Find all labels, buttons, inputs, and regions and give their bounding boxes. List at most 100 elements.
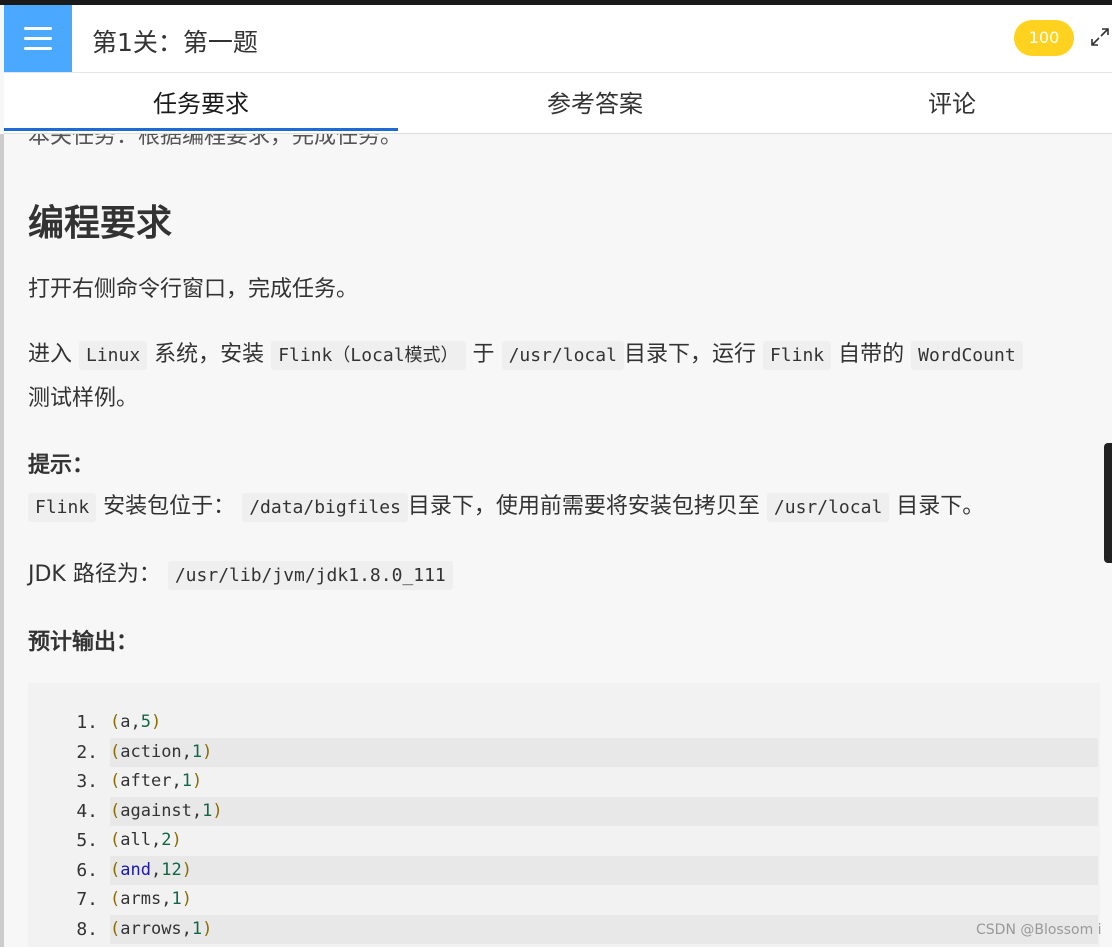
tab-task-requirements[interactable]: 任务要求 — [4, 73, 398, 133]
word: all — [120, 830, 151, 850]
code-text: (action,1) — [110, 737, 1098, 767]
paren: ( — [110, 918, 121, 939]
text: 系统，安装 — [147, 342, 272, 367]
word: action — [120, 741, 182, 762]
code-text: (against,1) — [110, 796, 1098, 826]
line-number: 1. — [76, 712, 98, 733]
word: arms — [120, 889, 162, 909]
line-number: 5. — [76, 830, 98, 851]
comma: , — [130, 712, 141, 732]
comma: , — [181, 741, 192, 762]
line-number: 7. — [76, 889, 98, 910]
task-content: 本关任务：根据编程要求，完成任务。 编程要求 打开右侧命令行窗口，完成任务。 进… — [4, 134, 1104, 947]
score-badge: 100 — [1014, 20, 1074, 56]
watermark: CSDN @Blossom i — [976, 922, 1102, 938]
paren: ) — [171, 830, 182, 850]
paren: ( — [110, 830, 121, 850]
paren: ( — [110, 889, 121, 909]
code-line: 5. (all,2) — [52, 826, 1098, 855]
line-number: 4. — [76, 800, 98, 822]
word: a — [120, 712, 131, 732]
code-line: 7. (arms,1) — [52, 885, 1098, 914]
paren: ) — [181, 859, 192, 880]
tab-reference-answer[interactable]: 参考答案 — [398, 73, 792, 133]
count: 5 — [140, 712, 151, 732]
text: 目录下，使用前需要将安装包拷贝至 — [407, 494, 767, 519]
expand-icon[interactable] — [1090, 27, 1110, 47]
comma: , — [150, 830, 162, 850]
hamburger-icon-line — [24, 47, 52, 50]
word: arrows — [120, 918, 182, 939]
tab-comments[interactable]: 评论 — [792, 73, 1112, 133]
inline-code: Linux — [79, 341, 148, 370]
paren: ( — [110, 771, 121, 791]
word: after — [120, 771, 172, 791]
code-block: 1. (a,5) 2. (action,1) 3. (after,1) 4. (against… — [28, 683, 1100, 947]
code-text: (after,1) — [110, 767, 1098, 796]
code-text: (arrows,1) — [110, 914, 1098, 944]
line-number: 3. — [76, 771, 98, 792]
inline-code: WordCount — [911, 341, 1023, 370]
section-heading: 编程要求 — [28, 203, 173, 244]
inline-code: /data/bigfiles — [242, 493, 408, 522]
paren: ( — [110, 712, 121, 732]
word: against — [120, 800, 192, 821]
text: 目录下。 — [889, 494, 985, 519]
count: 1 — [181, 771, 192, 791]
text: 于 — [465, 342, 502, 367]
active-tab-indicator — [4, 128, 398, 131]
comma: , — [171, 771, 182, 791]
code-text: (and,12) — [110, 855, 1098, 885]
code-text: (arms,1) — [110, 885, 1098, 914]
output-label: 预计输出： — [28, 630, 139, 655]
count: 1 — [202, 800, 213, 821]
page-title: 第1关：第一题 — [92, 28, 258, 57]
paren: ) — [181, 889, 192, 909]
task-summary: 本关任务：根据编程要求，完成任务。 — [28, 134, 403, 149]
count: 1 — [191, 741, 203, 762]
paren: ) — [212, 800, 223, 821]
text: JDK 路径为： — [28, 562, 168, 587]
comma: , — [150, 859, 162, 880]
code-line: 1. (a,5) — [52, 708, 1098, 737]
jdk-path: JDK 路径为： /usr/lib/jvm/jdk1.8.0_111 — [28, 556, 453, 590]
instruction-2: 进入 Linux 系统，安装 Flink（Local模式） 于 /usr/loc… — [28, 336, 1023, 370]
instruction-1: 打开右侧命令行窗口，完成任务。 — [28, 277, 359, 302]
tab-bar: 任务要求 参考答案 评论 — [4, 73, 1112, 134]
text: 进入 — [28, 342, 79, 367]
paren: ( — [110, 800, 121, 821]
code-line: 3. (after,1) — [52, 767, 1098, 796]
line-number: 6. — [76, 859, 98, 881]
code-text: (a,5) — [110, 708, 1098, 737]
word: and — [120, 859, 151, 880]
line-number: 8. — [76, 918, 98, 940]
paren: ( — [110, 859, 121, 880]
inline-code: /usr/local — [501, 341, 624, 370]
count: 2 — [161, 830, 172, 850]
code-line: 2. (action,1) — [52, 737, 1098, 767]
hint-text: Flink 安装包位于： /data/bigfiles 目录下，使用前需要将安装包… — [28, 488, 985, 522]
paren: ) — [202, 918, 213, 939]
scrollbar-thumb[interactable] — [1104, 443, 1112, 563]
comma: , — [191, 800, 203, 821]
inline-code: Flink — [28, 493, 97, 522]
inline-code: /usr/lib/jvm/jdk1.8.0_111 — [167, 561, 453, 590]
inline-code: Flink（Local模式） — [271, 341, 466, 370]
menu-button[interactable] — [4, 5, 72, 72]
count: 1 — [191, 918, 203, 939]
comma: , — [161, 889, 172, 909]
code-line: 6. (and,12) — [52, 855, 1098, 885]
hamburger-icon-line — [24, 37, 52, 40]
text: 目录下，运行 — [623, 342, 763, 367]
count: 12 — [161, 859, 182, 880]
paren: ) — [191, 771, 203, 791]
inline-code: Flink — [762, 341, 832, 370]
code-line: 4. (against,1) — [52, 796, 1098, 826]
text: 安装包位于： — [96, 494, 243, 519]
code-text: (all,2) — [110, 826, 1098, 855]
paren: ) — [151, 712, 162, 732]
line-number: 2. — [76, 741, 98, 763]
text: 自带的 — [831, 342, 912, 367]
paren: ) — [202, 741, 213, 762]
comma: , — [181, 918, 192, 939]
